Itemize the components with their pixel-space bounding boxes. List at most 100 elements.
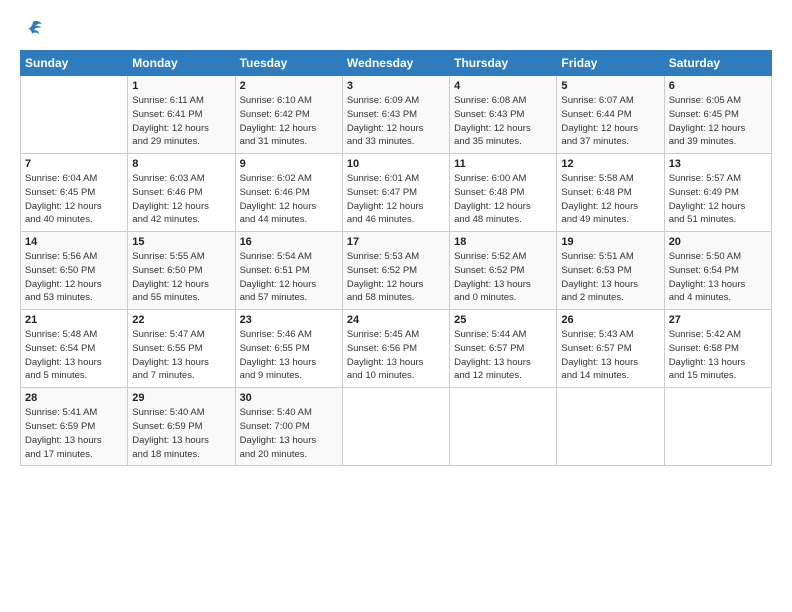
calendar-cell: 9 Sunrise: 6:02 AM Sunset: 6:46 PM Daylig… [235,154,342,232]
calendar-cell: 12Sunrise: 5:58 AM Sunset: 6:48 PM Dayli… [557,154,664,232]
calendar-week-row: 14 Sunrise: 5:56 AM Sunset: 6:50 PM Dayli… [21,232,772,310]
calendar-cell [450,388,557,466]
day-number: 9 [240,158,338,170]
calendar-cell: 13 Sunrise: 5:57 AM Sunset: 6:49 PM Dayli… [664,154,771,232]
day-number: 6 [669,80,767,92]
day-info: Sunrise: 5:44 AM Sunset: 6:57 PM Dayligh… [454,328,552,383]
calendar-cell: 5 Sunrise: 6:07 AM Sunset: 6:44 PM Daylig… [557,76,664,154]
calendar-header-cell: Monday [128,51,235,76]
day-info: Sunrise: 5:46 AM Sunset: 6:55 PM Dayligh… [240,328,338,383]
day-info: Sunrise: 5:40 AM Sunset: 7:00 PM Dayligh… [240,406,338,461]
day-info: Sunrise: 6:04 AM Sunset: 6:45 PM Dayligh… [25,172,123,227]
day-info: Sunrise: 6:09 AM Sunset: 6:43 PM Dayligh… [347,94,445,149]
day-number: 5 [561,80,659,92]
calendar-cell [664,388,771,466]
calendar-cell: 11 Sunrise: 6:00 AM Sunset: 6:48 PM Dayli… [450,154,557,232]
day-number: 26 [561,314,659,326]
calendar-header-cell: Wednesday [342,51,449,76]
day-number: 10 [347,158,445,170]
calendar-week-row: 21 Sunrise: 5:48 AM Sunset: 6:54 PM Dayli… [21,310,772,388]
day-number: 29 [132,392,230,404]
day-number: 27 [669,314,767,326]
calendar-cell [21,76,128,154]
day-number: 21 [25,314,123,326]
day-number: 16 [240,236,338,248]
calendar-cell: 14 Sunrise: 5:56 AM Sunset: 6:50 PM Dayli… [21,232,128,310]
calendar-cell: 28 Sunrise: 5:41 AM Sunset: 6:59 PM Dayli… [21,388,128,466]
day-info: Sunrise: 5:48 AM Sunset: 6:54 PM Dayligh… [25,328,123,383]
calendar-header-cell: Thursday [450,51,557,76]
day-info: Sunrise: 6:11 AM Sunset: 6:41 PM Dayligh… [132,94,230,149]
day-info: Sunrise: 5:45 AM Sunset: 6:56 PM Dayligh… [347,328,445,383]
day-number: 24 [347,314,445,326]
day-info: Sunrise: 5:57 AM Sunset: 6:49 PM Dayligh… [669,172,767,227]
calendar-cell: 8 Sunrise: 6:03 AM Sunset: 6:46 PM Daylig… [128,154,235,232]
day-number: 22 [132,314,230,326]
day-number: 15 [132,236,230,248]
calendar-cell: 4 Sunrise: 6:08 AM Sunset: 6:43 PM Daylig… [450,76,557,154]
day-info: Sunrise: 5:54 AM Sunset: 6:51 PM Dayligh… [240,250,338,305]
day-number: 20 [669,236,767,248]
day-number: 30 [240,392,338,404]
day-info: Sunrise: 5:42 AM Sunset: 6:58 PM Dayligh… [669,328,767,383]
calendar-header-cell: Sunday [21,51,128,76]
logo [20,18,44,40]
day-info: Sunrise: 5:40 AM Sunset: 6:59 PM Dayligh… [132,406,230,461]
calendar-cell: 17Sunrise: 5:53 AM Sunset: 6:52 PM Dayli… [342,232,449,310]
day-info: Sunrise: 6:00 AM Sunset: 6:48 PM Dayligh… [454,172,552,227]
day-number: 4 [454,80,552,92]
calendar-cell: 7 Sunrise: 6:04 AM Sunset: 6:45 PM Daylig… [21,154,128,232]
day-number: 7 [25,158,123,170]
calendar-header-cell: Friday [557,51,664,76]
day-info: Sunrise: 5:56 AM Sunset: 6:50 PM Dayligh… [25,250,123,305]
day-info: Sunrise: 6:07 AM Sunset: 6:44 PM Dayligh… [561,94,659,149]
day-number: 23 [240,314,338,326]
calendar-cell: 27 Sunrise: 5:42 AM Sunset: 6:58 PM Dayli… [664,310,771,388]
calendar-cell: 16 Sunrise: 5:54 AM Sunset: 6:51 PM Dayli… [235,232,342,310]
calendar-cell: 1 Sunrise: 6:11 AM Sunset: 6:41 PM Daylig… [128,76,235,154]
calendar-week-row: 1 Sunrise: 6:11 AM Sunset: 6:41 PM Daylig… [21,76,772,154]
day-info: Sunrise: 5:50 AM Sunset: 6:54 PM Dayligh… [669,250,767,305]
day-info: Sunrise: 5:41 AM Sunset: 6:59 PM Dayligh… [25,406,123,461]
day-number: 3 [347,80,445,92]
day-number: 11 [454,158,552,170]
calendar-cell: 26 Sunrise: 5:43 AM Sunset: 6:57 PM Dayli… [557,310,664,388]
day-info: Sunrise: 6:02 AM Sunset: 6:46 PM Dayligh… [240,172,338,227]
day-info: Sunrise: 6:08 AM Sunset: 6:43 PM Dayligh… [454,94,552,149]
page: SundayMondayTuesdayWednesdayThursdayFrid… [0,0,792,476]
calendar-table: SundayMondayTuesdayWednesdayThursdayFrid… [20,50,772,466]
day-number: 18 [454,236,552,248]
calendar-cell: 23 Sunrise: 5:46 AM Sunset: 6:55 PM Dayli… [235,310,342,388]
day-number: 1 [132,80,230,92]
day-info: Sunrise: 6:10 AM Sunset: 6:42 PM Dayligh… [240,94,338,149]
calendar-cell: 3 Sunrise: 6:09 AM Sunset: 6:43 PM Daylig… [342,76,449,154]
day-number: 28 [25,392,123,404]
calendar-cell: 10 Sunrise: 6:01 AM Sunset: 6:47 PM Dayli… [342,154,449,232]
day-number: 25 [454,314,552,326]
calendar-header-cell: Saturday [664,51,771,76]
calendar-cell: 2Sunrise: 6:10 AM Sunset: 6:42 PM Daylig… [235,76,342,154]
day-info: Sunrise: 5:51 AM Sunset: 6:53 PM Dayligh… [561,250,659,305]
calendar-cell: 6 Sunrise: 6:05 AM Sunset: 6:45 PM Daylig… [664,76,771,154]
calendar-cell: 15 Sunrise: 5:55 AM Sunset: 6:50 PM Dayli… [128,232,235,310]
day-info: Sunrise: 5:43 AM Sunset: 6:57 PM Dayligh… [561,328,659,383]
day-info: Sunrise: 6:03 AM Sunset: 6:46 PM Dayligh… [132,172,230,227]
day-number: 14 [25,236,123,248]
day-number: 13 [669,158,767,170]
day-number: 12 [561,158,659,170]
calendar-cell: 20 Sunrise: 5:50 AM Sunset: 6:54 PM Dayli… [664,232,771,310]
day-number: 8 [132,158,230,170]
day-info: Sunrise: 5:47 AM Sunset: 6:55 PM Dayligh… [132,328,230,383]
calendar-week-row: 28 Sunrise: 5:41 AM Sunset: 6:59 PM Dayli… [21,388,772,466]
day-info: Sunrise: 5:52 AM Sunset: 6:52 PM Dayligh… [454,250,552,305]
day-info: Sunrise: 6:01 AM Sunset: 6:47 PM Dayligh… [347,172,445,227]
calendar-header-row: SundayMondayTuesdayWednesdayThursdayFrid… [21,51,772,76]
day-number: 19 [561,236,659,248]
day-info: Sunrise: 5:55 AM Sunset: 6:50 PM Dayligh… [132,250,230,305]
calendar-cell: 19 Sunrise: 5:51 AM Sunset: 6:53 PM Dayli… [557,232,664,310]
calendar-cell: 24 Sunrise: 5:45 AM Sunset: 6:56 PM Dayli… [342,310,449,388]
calendar-cell [557,388,664,466]
calendar-header-cell: Tuesday [235,51,342,76]
calendar-week-row: 7 Sunrise: 6:04 AM Sunset: 6:45 PM Daylig… [21,154,772,232]
day-info: Sunrise: 6:05 AM Sunset: 6:45 PM Dayligh… [669,94,767,149]
